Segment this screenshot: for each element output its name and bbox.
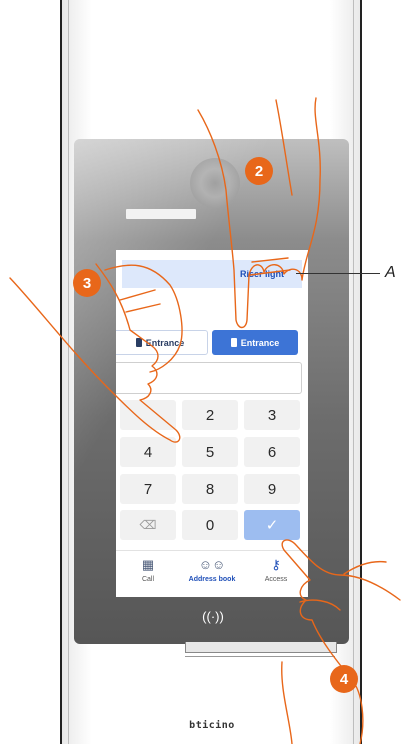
hand-illustrations — [9, 97, 401, 744]
hand-step-3-detail — [119, 289, 161, 313]
hand-step-2-arm — [275, 99, 293, 196]
hand-step-4-wrist — [343, 560, 387, 575]
callout-step-2: 2 — [245, 157, 273, 185]
hand-step-2 — [197, 97, 321, 329]
callout-step-3: 3 — [73, 269, 101, 297]
label-a: A — [385, 264, 396, 281]
callout-step-4: 4 — [330, 665, 358, 693]
label-a-leader — [296, 273, 380, 274]
hand-step-4 — [281, 539, 401, 744]
